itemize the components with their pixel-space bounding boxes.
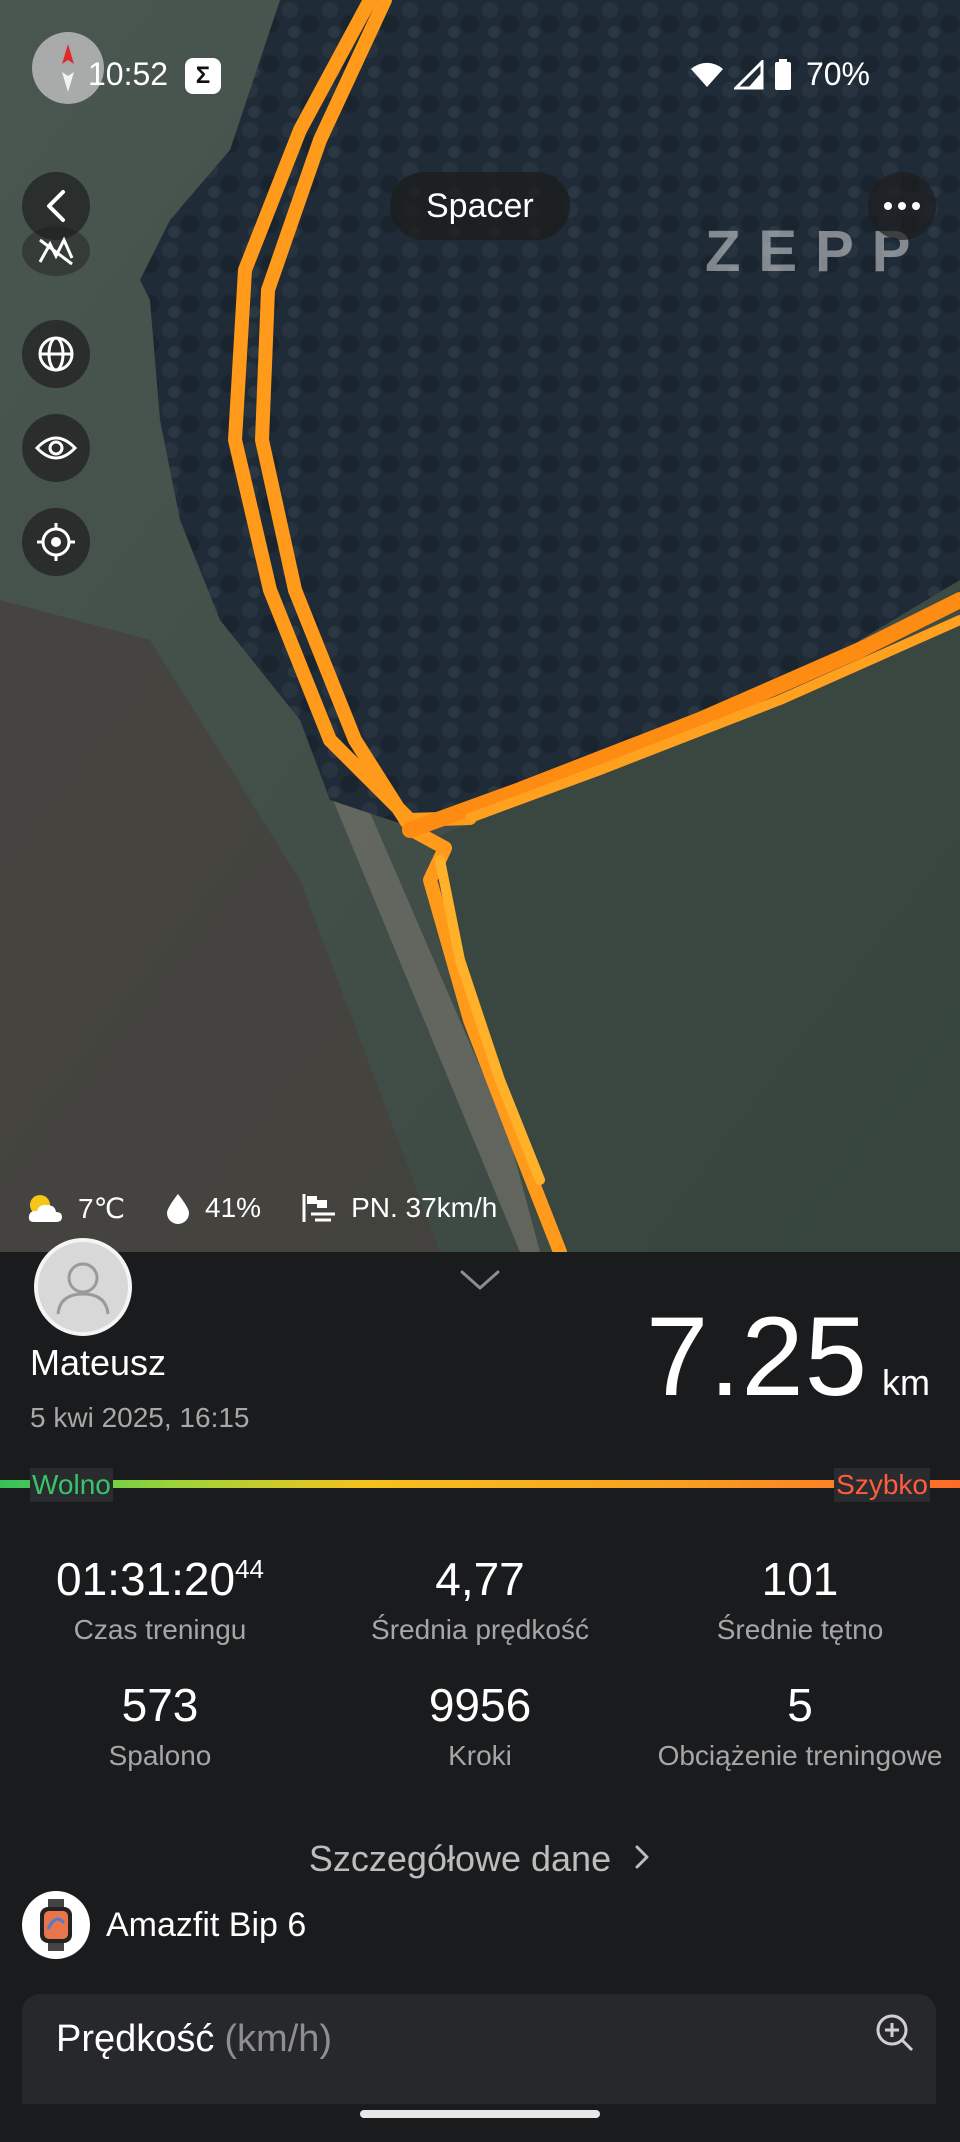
wind-value: PN. 37km/h	[351, 1192, 498, 1223]
stat-average-heart-rate: 101 Średnie tętno	[640, 1552, 960, 1646]
stat-label: Kroki	[448, 1740, 512, 1771]
stat-value: 01:31:20	[56, 1553, 236, 1605]
speed-gradient-bar	[0, 1480, 960, 1488]
stat-value: 101	[761, 1553, 839, 1605]
distance-display: 7.25 km	[646, 1292, 930, 1421]
stat-value: 4,77	[435, 1553, 525, 1605]
locate-button[interactable]	[22, 508, 90, 576]
battery-icon	[774, 58, 791, 90]
zoom-in-icon[interactable]	[874, 2012, 916, 2054]
visibility-button[interactable]	[22, 414, 90, 482]
device-info[interactable]: Amazfit Bip 6	[22, 1890, 306, 1960]
distance-value: 7.25	[646, 1294, 868, 1419]
chevron-right-icon	[635, 1845, 649, 1869]
distance-unit: km	[882, 1362, 930, 1403]
signal-icon	[733, 59, 764, 89]
app-notification-icon: Σ	[185, 58, 221, 94]
detailed-data-label: Szczegółowe dane	[308, 1838, 612, 1879]
eye-icon	[35, 436, 77, 460]
stat-label: Spalono	[108, 1740, 212, 1771]
user-name: Mateusz	[30, 1342, 167, 1383]
speed-slow-label: Wolno	[30, 1468, 113, 1502]
collapse-chevron-icon[interactable]	[458, 1266, 502, 1294]
speed-chart-title: Prędkość	[56, 2018, 215, 2060]
speed-fast-label: Szybko	[834, 1468, 930, 1502]
status-bar: 10:52 Σ 70%	[0, 0, 960, 150]
user-icon	[56, 1262, 110, 1315]
heatmap-toggle-icon	[38, 236, 74, 266]
temperature-value: 7℃	[78, 1192, 126, 1224]
humidity-value: 41%	[205, 1192, 262, 1223]
avatar[interactable]	[34, 1238, 132, 1336]
stat-value: 5	[787, 1679, 813, 1731]
humidity-icon	[167, 1194, 190, 1224]
stat-label: Obciążenie treningowe	[657, 1740, 943, 1771]
more-options-button[interactable]	[868, 172, 936, 240]
workout-datetime: 5 kwi 2025, 16:15	[30, 1402, 250, 1433]
stat-label: Średnie tętno	[716, 1614, 884, 1645]
battery-percentage: 70%	[805, 56, 870, 92]
home-indicator[interactable]	[360, 2110, 600, 2118]
stat-workout-time: 01:31:2044 Czas treningu	[0, 1552, 320, 1646]
stat-steps: 9956 Kroki	[320, 1678, 640, 1772]
activity-type-title: Spacer	[390, 172, 570, 240]
stat-value-fraction: 44	[235, 1554, 264, 1584]
workout-summary-panel: Mateusz 5 kwi 2025, 16:15 7.25 km Wolno …	[0, 1238, 960, 2142]
stat-value: 9956	[428, 1679, 532, 1731]
weather-info: 7℃ 41% PN. 37km/h	[24, 1188, 537, 1228]
stat-average-speed: 4,77 Średnia prędkość	[320, 1552, 640, 1646]
map-layer-button[interactable]	[22, 320, 90, 388]
stat-calories: 573 Spalono	[0, 1678, 320, 1772]
wifi-icon	[690, 62, 723, 87]
status-time: 10:52	[88, 56, 169, 92]
speed-chart-card: Prędkość (km/h)	[22, 1994, 936, 2104]
route-map[interactable]: 10:52 Σ 70% Spacer ZEPP 7℃ 41% PN. 37km/…	[0, 0, 960, 1252]
locate-icon	[37, 523, 75, 561]
globe-icon	[38, 336, 74, 372]
stat-label: Czas treningu	[73, 1614, 247, 1645]
heatmap-toggle-button[interactable]	[22, 226, 90, 276]
stat-label: Średnia prędkość	[371, 1614, 589, 1645]
device-name: Amazfit Bip 6	[106, 1905, 307, 1944]
stat-training-load: 5 Obciążenie treningowe	[640, 1678, 960, 1772]
back-icon	[47, 190, 65, 222]
partly-cloudy-icon	[28, 1195, 62, 1222]
wind-icon	[302, 1194, 336, 1222]
speed-chart-unit: (km/h)	[224, 2018, 333, 2060]
detailed-data-link[interactable]: Szczegółowe dane	[0, 1838, 960, 1880]
watch-icon	[22, 1891, 90, 1959]
stat-value: 573	[121, 1679, 199, 1731]
more-icon	[884, 202, 920, 210]
